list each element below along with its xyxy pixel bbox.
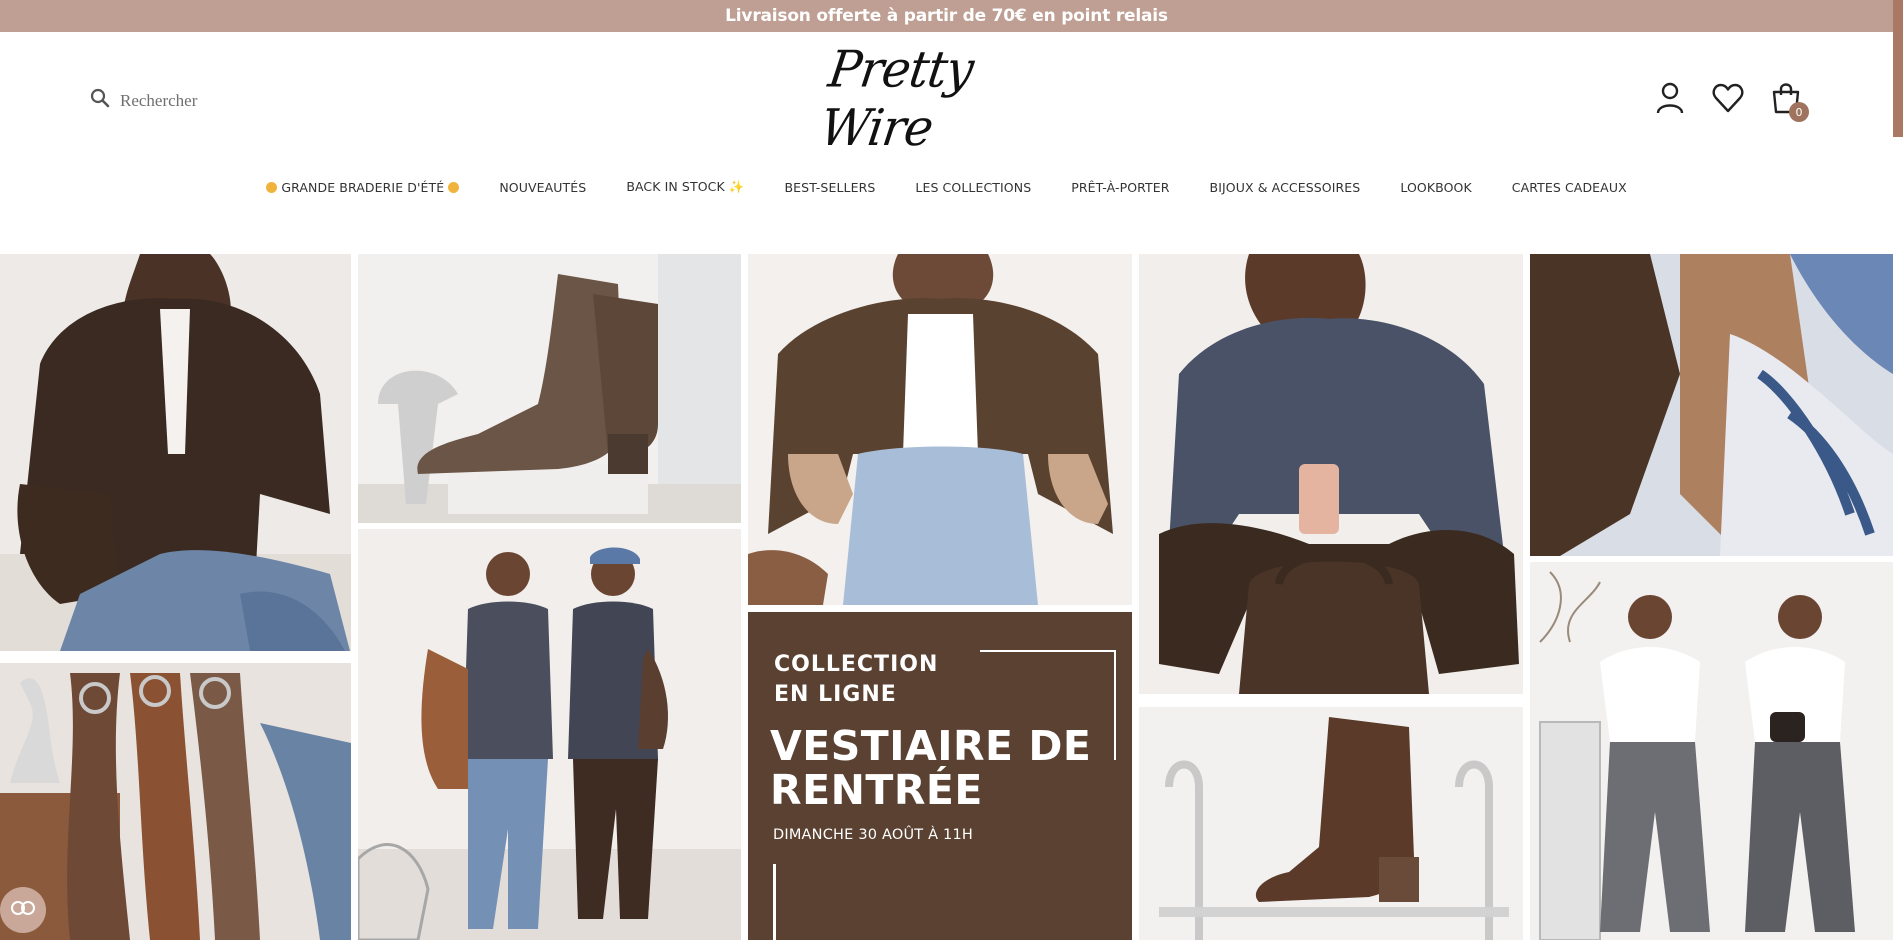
wishlist-button[interactable] [1711, 82, 1745, 118]
nav-item-nouveautes[interactable]: NOUVEAUTÉS [479, 180, 606, 195]
orange-dot-icon [266, 181, 278, 193]
search-icon[interactable] [90, 88, 110, 113]
site-header: Pretty Wire 0 [0, 32, 1893, 254]
promo-kicker-line1: COLLECTION [774, 652, 939, 677]
nav-item-best-sellers[interactable]: BEST-SELLERS [765, 180, 896, 195]
logo-text: Pretty Wire [816, 40, 977, 158]
photo-brown-jacket[interactable] [748, 254, 1132, 605]
nav-label-braderie: GRANDE BRADERIE D'ÉTÉ [281, 179, 445, 195]
main-nav: GRANDE BRADERIE D'ÉTÉ NOUVEAUTÉS BACK IN… [0, 172, 1893, 202]
header-icons: 0 [1653, 82, 1809, 122]
search-input[interactable] [120, 90, 340, 111]
lookbook-gallery: COLLECTION EN LIGNE VESTIAIRE DE RENTRÉE… [0, 254, 1893, 940]
decorative-line [980, 650, 1116, 652]
decorative-line [1114, 650, 1116, 760]
promo-date: DIMANCHE 30 AOÛT À 11H [773, 827, 974, 843]
account-button[interactable] [1653, 82, 1687, 118]
photo-woven-bag-scarf[interactable] [1530, 254, 1893, 556]
nav-item-braderie[interactable]: GRANDE BRADERIE D'ÉTÉ [246, 180, 479, 195]
scrollbar[interactable] [1893, 0, 1903, 137]
promo-banner[interactable]: COLLECTION EN LIGNE VESTIAIRE DE RENTRÉE… [748, 612, 1132, 940]
nav-item-bijoux-accessoires[interactable]: BIJOUX & ACCESSOIRES [1190, 180, 1381, 195]
nav-item-lookbook[interactable]: LOOKBOOK [1380, 180, 1491, 195]
photo-checked-shirt[interactable] [1139, 254, 1523, 694]
nav-item-cartes-cadeaux[interactable]: CARTES CADEAUX [1492, 180, 1647, 195]
nav-item-back-in-stock[interactable]: BACK IN STOCK ✨ [606, 179, 764, 195]
photo-ankle-boots[interactable] [358, 254, 741, 523]
cart-count-badge: 0 [1789, 102, 1809, 122]
photo-suede-bags[interactable] [0, 663, 351, 940]
promo-kicker: COLLECTION EN LIGNE [774, 650, 938, 710]
account-icon [1655, 82, 1685, 119]
photo-two-women-checks[interactable] [358, 529, 741, 940]
cookie-settings-button[interactable] [0, 887, 46, 933]
announcement-bar: Livraison offerte à partir de 70€ en poi… [0, 0, 1893, 32]
cookie-icon [10, 900, 36, 921]
promo-title-line2: RENTRÉE [770, 766, 983, 814]
photo-two-women-plaid[interactable] [1530, 562, 1893, 940]
decorative-line [773, 864, 776, 940]
orange-dot-icon [448, 181, 460, 193]
promo-title-line1: VESTIAIRE DE [770, 722, 1092, 770]
heart-icon [1712, 83, 1744, 118]
search-bar[interactable] [90, 88, 340, 113]
announcement-text: Livraison offerte à partir de 70€ en poi… [725, 6, 1168, 26]
nav-item-pret-a-porter[interactable]: PRÊT-À-PORTER [1051, 180, 1189, 195]
brand-logo[interactable]: Pretty Wire [817, 40, 1055, 158]
nav-item-collections[interactable]: LES COLLECTIONS [895, 180, 1051, 195]
promo-kicker-line2: EN LIGNE [774, 682, 897, 707]
photo-leather-jacket[interactable] [0, 254, 351, 651]
promo-title: VESTIAIRE DE RENTRÉE [770, 724, 1091, 812]
photo-chelsea-boot[interactable] [1139, 707, 1523, 940]
cart-button[interactable]: 0 [1769, 82, 1809, 122]
